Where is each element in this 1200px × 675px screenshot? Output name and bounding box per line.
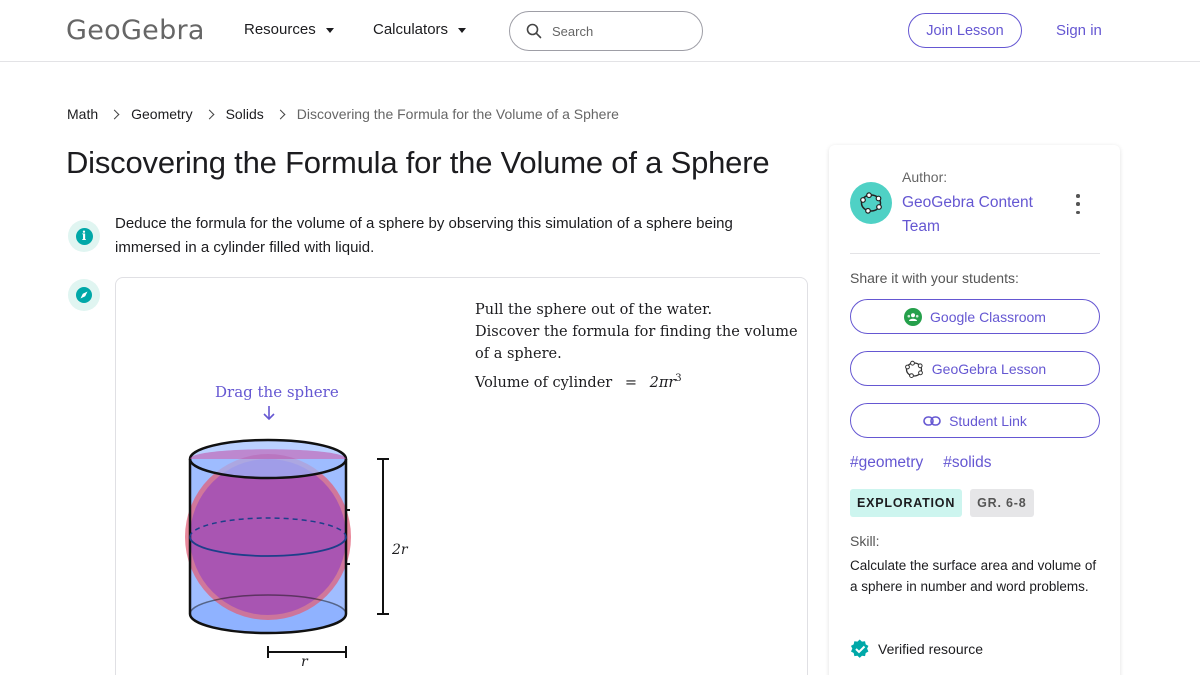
geogebra-lesson-icon [904, 360, 923, 378]
breadcrumb-solids[interactable]: Solids [226, 106, 264, 122]
breadcrumb: Math Geometry Solids Discovering the For… [67, 106, 619, 122]
nav-resources-label: Resources [244, 21, 316, 38]
draggable-sphere[interactable] [190, 459, 346, 615]
instruction-line: of a sphere. [475, 346, 562, 362]
geogebra-avatar-icon [860, 192, 882, 214]
more-options-icon[interactable] [1072, 194, 1084, 214]
join-lesson-button[interactable]: Join Lesson [908, 13, 1022, 48]
author-label: Author: [902, 169, 948, 185]
radius-label: r [301, 654, 308, 670]
chevron-right-icon [204, 109, 215, 120]
caret-down-icon [325, 28, 334, 33]
student-link-label: Student Link [949, 412, 1027, 429]
google-classroom-icon [904, 307, 923, 326]
drag-sphere-label: Drag the sphere [215, 383, 339, 401]
skill-label: Skill: [850, 533, 880, 549]
tag-list: #geometry #solids [850, 454, 991, 472]
search-box[interactable] [509, 11, 703, 51]
compass-icon [68, 279, 100, 311]
top-header: GeoGebra Resources Calculators Join Less… [0, 0, 1200, 62]
search-icon [526, 23, 542, 39]
search-input[interactable] [552, 23, 672, 39]
caret-down-icon [458, 28, 467, 33]
instruction-line: Discover the formula for finding the vol… [475, 324, 798, 340]
verified-badge-icon [850, 639, 869, 658]
avatar[interactable] [850, 182, 892, 224]
volume-label: Volume of cylinder [475, 374, 613, 391]
author-name-link[interactable]: GeoGebra Content Team [902, 191, 1052, 239]
link-icon [923, 415, 941, 426]
tag-solids[interactable]: #solids [943, 454, 991, 472]
tag-geometry[interactable]: #geometry [850, 454, 923, 472]
nav-resources[interactable]: Resources [244, 21, 334, 38]
sign-in-link[interactable]: Sign in [1056, 22, 1102, 39]
description-text: Deduce the formula for the volume of a s… [115, 215, 733, 256]
google-classroom-label: Google Classroom [930, 308, 1046, 325]
geogebra-logo[interactable]: GeoGebra [66, 15, 205, 46]
volume-of-cylinder-line: Volume of cylinder = 2πr3 [475, 373, 682, 391]
volume-formula: 2πr [649, 374, 676, 391]
student-link-button[interactable]: Student Link [850, 403, 1100, 438]
google-classroom-button[interactable]: Google Classroom [850, 299, 1100, 334]
chevron-right-icon [275, 109, 286, 120]
skill-text: Calculate the surface area and volume of… [850, 558, 1097, 594]
nav-calculators-label: Calculators [373, 21, 449, 38]
arrow-down-icon [263, 406, 275, 421]
share-label: Share it with your students: [850, 270, 1019, 286]
height-label: 2r [392, 542, 408, 558]
divider [850, 253, 1100, 254]
instruction-line: Pull the sphere out of the water. [475, 302, 713, 318]
nav-calculators[interactable]: Calculators [373, 21, 467, 38]
verified-label: Verified resource [878, 641, 984, 657]
verified-resource: Verified resource [850, 639, 983, 659]
exploration-badge: EXPLORATION [850, 489, 963, 517]
breadcrumb-current: Discovering the Formula for the Volume o… [296, 106, 619, 122]
geogebra-lesson-label: GeoGebra Lesson [931, 360, 1047, 377]
applet-instructions: Pull the sphere out of the water. Discov… [475, 299, 798, 365]
breadcrumb-math[interactable]: Math [67, 106, 98, 122]
badge-list: EXPLORATION GR. 6-8 [850, 489, 1034, 517]
geogebra-applet[interactable]: Drag the sphere 2r r Pull the sphere out… [115, 277, 808, 675]
resource-sidebar: Author: GeoGebra Content Team Share it w… [829, 145, 1120, 675]
page-title: Discovering the Formula for the Volume o… [66, 145, 770, 180]
info-icon: i [68, 220, 100, 252]
volume-equals: = [624, 374, 637, 391]
volume-exponent: 3 [675, 373, 682, 384]
chevron-right-icon [109, 109, 120, 120]
geogebra-lesson-button[interactable]: GeoGebra Lesson [850, 351, 1100, 386]
breadcrumb-geometry[interactable]: Geometry [131, 106, 192, 122]
grade-badge: GR. 6-8 [970, 489, 1034, 517]
